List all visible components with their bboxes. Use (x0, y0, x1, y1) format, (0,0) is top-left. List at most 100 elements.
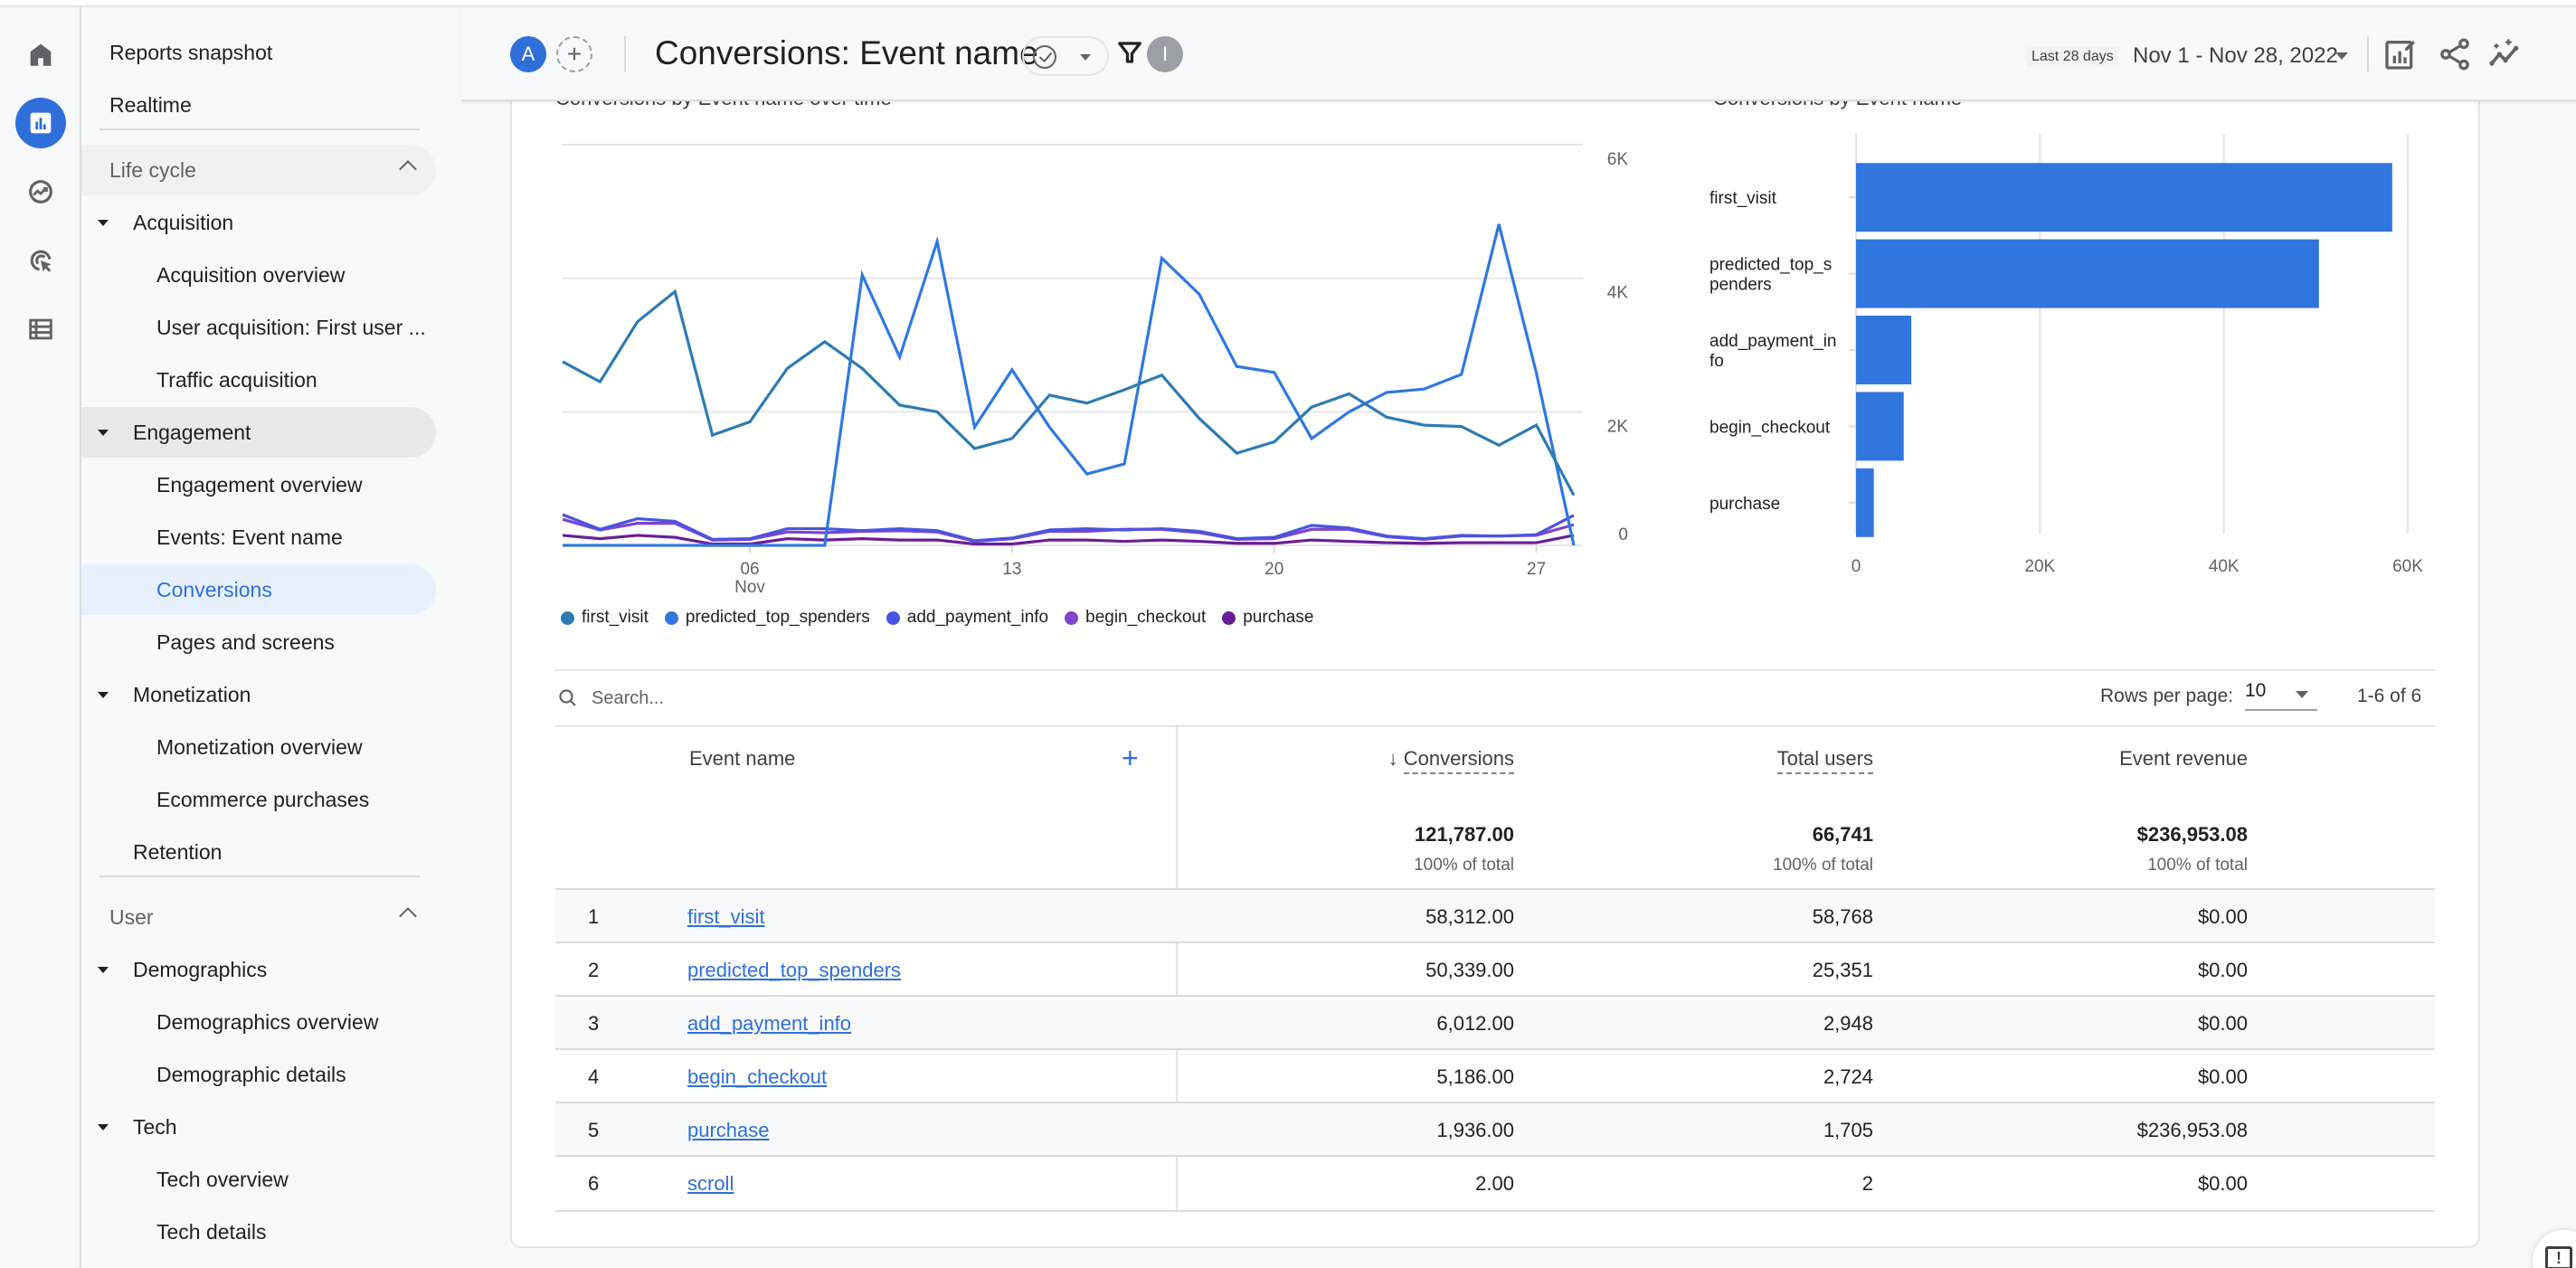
legend-item-add-payment-info[interactable]: add_payment_info (886, 608, 1048, 628)
column-header-event-name[interactable]: Event name (689, 747, 795, 771)
nav-item-label: Engagement overview (156, 472, 363, 497)
customize-report-icon[interactable] (2382, 36, 2419, 72)
date-range-dropdown-icon[interactable] (2335, 52, 2348, 60)
filter-icon[interactable] (1116, 38, 1143, 67)
nav-item-label: Engagement (133, 420, 251, 444)
feedback-button[interactable]: ! (2533, 1230, 2576, 1268)
reports-icon[interactable] (15, 98, 66, 148)
column-header-total-users[interactable]: Total users (1700, 747, 1873, 774)
series-line-add-payment-info (562, 513, 1575, 543)
configure-icon[interactable] (15, 304, 66, 355)
nav-item-demographics[interactable]: Demographics (81, 944, 436, 995)
expand-caret-icon (98, 691, 109, 698)
column-header-conversions[interactable]: ↓ Conversions (1339, 747, 1514, 774)
nav-item-reports-snapshot[interactable]: Reports snapshot (81, 27, 436, 78)
cell-event-revenue: $0.00 (2197, 1012, 2248, 1035)
expand-caret-icon (98, 219, 109, 226)
comparison-avatar[interactable]: A (510, 36, 546, 72)
add-comparison-button[interactable]: + (556, 36, 592, 72)
nav-item-label: Realtime (109, 92, 192, 117)
pagination-status: 1-6 of 6 (2357, 686, 2422, 706)
bar-first-visit (1856, 163, 2392, 232)
report-status-dropdown[interactable] (1022, 36, 1109, 76)
expand-caret-icon (98, 429, 109, 436)
nav-item-label: Monetization (133, 682, 251, 706)
nav-item-events-event-name[interactable]: Events: Event name (81, 512, 436, 563)
nav-item-monetization[interactable]: Monetization (81, 669, 436, 720)
rows-per-page-label: Rows per page: (2100, 686, 2234, 706)
nav-item-monetization-overview[interactable]: Monetization overview (81, 722, 436, 772)
bar-category-label: add_payment_in (1709, 332, 1837, 351)
legend-label: predicted_top_spenders (685, 608, 870, 627)
nav-item-demographics-overview[interactable]: Demographics overview (81, 997, 436, 1047)
nav-item-acquisition-overview[interactable]: Acquisition overview (81, 250, 436, 300)
nav-item-engagement[interactable]: Engagement (81, 407, 436, 458)
x-tick-label: 60K (2392, 557, 2423, 576)
legend-item-purchase[interactable]: purchase (1222, 608, 1313, 628)
nav-item-traffic-acquisition[interactable]: Traffic acquisition (81, 355, 436, 405)
event-name-link[interactable]: predicted_top_spenders (687, 959, 901, 982)
bar-category-label: purchase (1709, 495, 1780, 514)
home-icon[interactable] (15, 29, 66, 80)
nav-item-acquisition[interactable]: Acquisition (81, 197, 436, 248)
legend-swatch (664, 610, 678, 625)
advertising-icon[interactable] (15, 235, 66, 286)
line-chart[interactable]: 0 2K 4K 6K 06Nov 13 20 27 (543, 118, 1655, 597)
nav-item-engagement-overview[interactable]: Engagement overview (81, 459, 436, 510)
total-users-pct: 100% of total (1773, 856, 1873, 875)
user-avatar[interactable]: I (1147, 36, 1183, 72)
nav-item-conversions[interactable]: Conversions (81, 564, 436, 615)
x-tick-label: 20K (2024, 557, 2055, 576)
cell-conversions: 1,936.00 (1436, 1119, 1514, 1141)
cell-event-revenue: $0.00 (2197, 1065, 2248, 1088)
bar-begin-checkout (1856, 392, 1904, 461)
event-name-link[interactable]: begin_checkout (687, 1065, 827, 1089)
nav-item-tech-details[interactable]: Tech details (81, 1206, 436, 1257)
total-conversions: 121,787.00 (1414, 823, 1514, 846)
nav-section-user[interactable]: User (81, 892, 436, 942)
event-name-link[interactable]: scroll (687, 1172, 734, 1196)
x-tick-label: 13 (1002, 560, 1021, 579)
bar-category-label: predicted_top_s (1709, 256, 1832, 275)
legend-item-predicted-top-spenders[interactable]: predicted_top_spenders (664, 608, 870, 628)
bar-chart[interactable]: 0 20K 40K 60K first_visit predicted_top_spend… (1700, 118, 2442, 588)
nav-item-pages-and-screens[interactable]: Pages and screens (81, 617, 436, 667)
date-range-picker[interactable]: Nov 1 - Nov 28, 2022 (2133, 43, 2338, 69)
event-name-link[interactable]: first_visit (687, 905, 765, 929)
chevron-up-icon[interactable] (399, 907, 417, 925)
insights-icon[interactable] (2487, 36, 2524, 72)
sort-descending-icon: ↓ (1387, 747, 1398, 770)
nav-item-tech-overview[interactable]: Tech overview (81, 1154, 436, 1205)
event-name-link[interactable]: purchase (687, 1119, 770, 1142)
nav-item-tech[interactable]: Tech (81, 1102, 436, 1152)
x-tick-label: 20 (1264, 560, 1283, 579)
nav-item-demographic-details[interactable]: Demographic details (81, 1049, 436, 1100)
nav-item-realtime[interactable]: Realtime (81, 80, 436, 130)
legend-item-begin-checkout[interactable]: begin_checkout (1065, 608, 1206, 628)
table-row: 3 add_payment_info 6,012.00 2,948 $0.00 (555, 995, 2435, 1048)
nav-item-user-acquisition-first-user[interactable]: User acquisition: First user ... (81, 302, 436, 353)
expand-caret-icon (98, 966, 109, 973)
table-search-input[interactable] (592, 684, 1134, 713)
total-conversions-pct: 100% of total (1414, 856, 1514, 875)
column-header-event-revenue[interactable]: Event revenue (2035, 747, 2248, 771)
nav-item-ecommerce-purchases[interactable]: Ecommerce purchases (81, 774, 436, 825)
row-rank: 3 (588, 1012, 600, 1035)
event-name-link[interactable]: add_payment_info (687, 1012, 851, 1036)
cell-total-users: 2,948 (1823, 1012, 1873, 1035)
chevron-up-icon[interactable] (399, 160, 417, 178)
share-icon[interactable] (2437, 36, 2473, 72)
add-dimension-button[interactable]: + (1122, 742, 1139, 775)
explore-icon[interactable] (15, 166, 66, 217)
header-divider (624, 36, 626, 72)
nav-section-life-cycle[interactable]: Life cycle (81, 145, 436, 195)
legend-item-first-visit[interactable]: first_visit (561, 608, 649, 628)
x-tick-label: 06 (740, 560, 759, 579)
nav-item-label: Life cycle (109, 157, 196, 182)
nav-item-retention[interactable]: Retention (81, 827, 436, 877)
nav-item-label: Ecommerce purchases (156, 787, 370, 811)
dropdown-arrow-icon (2296, 691, 2308, 698)
rows-per-page-select[interactable]: 10 (2245, 680, 2317, 711)
nav-item-label: User acquisition: First user ... (156, 315, 426, 339)
feedback-icon: ! (2545, 1246, 2572, 1268)
